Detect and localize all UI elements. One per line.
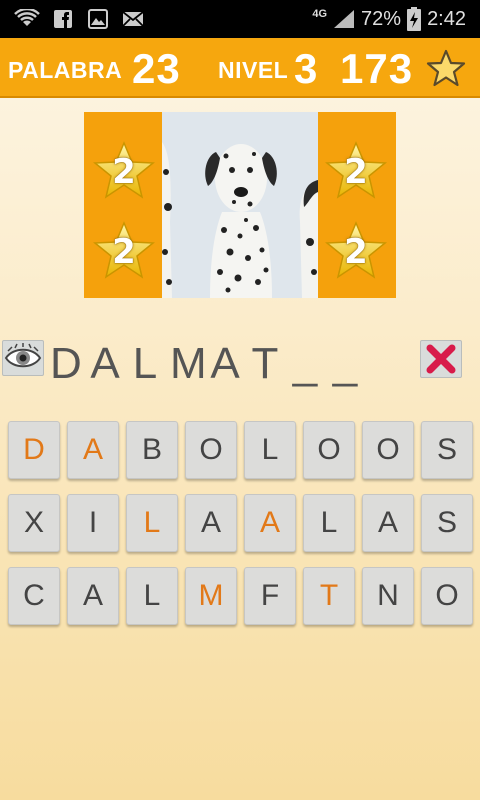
eye-icon: [4, 343, 42, 368]
coin-count: 173: [340, 45, 414, 92]
letter-tile[interactable]: N: [362, 567, 414, 625]
reward-value: 2: [344, 152, 368, 192]
answer-slot[interactable]: _: [290, 336, 320, 392]
network-type: 4G: [312, 8, 328, 20]
status-bar: 4G 72% 2:42: [0, 0, 480, 38]
right-reward-panel: 2 2: [318, 112, 396, 298]
answer-slot[interactable]: L: [130, 336, 160, 392]
answer-slot[interactable]: _: [330, 336, 360, 392]
answer-slot[interactable]: T: [250, 336, 280, 392]
letter-tile[interactable]: O: [421, 567, 473, 625]
letter-tile[interactable]: L: [244, 421, 296, 479]
battery-charging-icon: [407, 7, 422, 31]
letter-tile[interactable]: I: [67, 494, 119, 552]
reward-value: 2: [112, 152, 136, 192]
letter-tile[interactable]: L: [126, 567, 178, 625]
letter-tile[interactable]: D: [8, 421, 60, 479]
letter-tile[interactable]: A: [244, 494, 296, 552]
letter-tile[interactable]: L: [303, 494, 355, 552]
gallery-icon: [88, 9, 108, 29]
battery-percent: 72%: [361, 7, 402, 30]
reward-star: 2: [92, 220, 156, 280]
letter-tile[interactable]: O: [185, 421, 237, 479]
signal-icon: [334, 10, 355, 28]
picture-clue: 2 2 2 2: [84, 112, 396, 298]
letter-tile[interactable]: M: [185, 567, 237, 625]
clock: 2:42: [427, 7, 466, 30]
word-label: PALABRA: [8, 57, 123, 83]
letter-tile[interactable]: F: [244, 567, 296, 625]
letter-tile[interactable]: S: [421, 421, 473, 479]
letter-tile[interactable]: O: [362, 421, 414, 479]
reward-star: 2: [324, 140, 388, 200]
letter-tile[interactable]: B: [126, 421, 178, 479]
wifi-icon: [14, 9, 40, 26]
star-icon[interactable]: [426, 48, 466, 88]
delete-button[interactable]: [420, 340, 462, 378]
left-reward-panel: 2 2: [84, 112, 162, 298]
answer-slots: D A L M A T _ _: [50, 336, 370, 392]
letter-tile[interactable]: L: [126, 494, 178, 552]
letter-tile[interactable]: A: [67, 567, 119, 625]
letter-tile[interactable]: S: [421, 494, 473, 552]
reward-star: 2: [92, 140, 156, 200]
reward-value: 2: [112, 232, 136, 272]
letter-tile[interactable]: A: [67, 421, 119, 479]
reward-value: 2: [344, 232, 368, 272]
hint-button[interactable]: [2, 340, 44, 376]
answer-slot[interactable]: A: [90, 336, 120, 392]
letter-tile[interactable]: O: [303, 421, 355, 479]
letter-tile[interactable]: T: [303, 567, 355, 625]
word-number: 23: [132, 45, 181, 92]
answer-slot[interactable]: D: [50, 336, 82, 392]
letter-tile[interactable]: A: [362, 494, 414, 552]
dalmatian-photo: [162, 112, 318, 298]
answer-slot[interactable]: A: [210, 336, 240, 392]
level-label: NIVEL: [218, 57, 289, 83]
letter-tile[interactable]: X: [8, 494, 60, 552]
facebook-icon: [54, 10, 72, 28]
letter-tile[interactable]: C: [8, 567, 60, 625]
letter-tile[interactable]: A: [185, 494, 237, 552]
game-header: PALABRA 23 NIVEL 3 173: [0, 38, 480, 98]
x-icon: [426, 344, 456, 374]
level-number: 3: [294, 45, 319, 92]
reward-star: 2: [324, 220, 388, 280]
answer-slot[interactable]: M: [170, 336, 207, 392]
mail-icon: [122, 11, 144, 27]
